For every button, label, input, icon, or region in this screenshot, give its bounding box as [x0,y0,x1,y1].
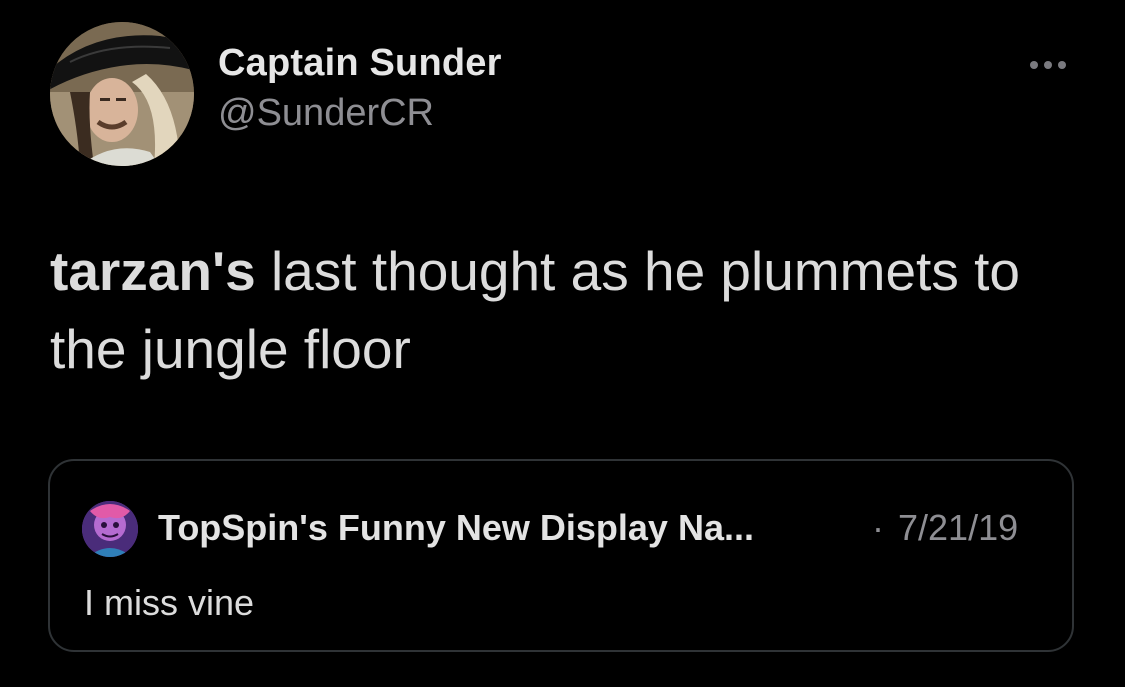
tweet-text-bold: tarzan's [50,240,256,302]
quoted-tweet[interactable]: TopSpin's Funny New Display Na... · 7/21… [48,459,1074,652]
tweet-card: Captain Sunder @SunderCR tarzan's last t… [0,0,1125,687]
quoted-date[interactable]: 7/21/19 [898,507,1018,549]
author-name[interactable]: Captain Sunder [218,42,502,85]
more-options-icon[interactable] [1020,50,1076,80]
quoted-text: I miss vine [84,582,255,623]
author-avatar[interactable] [50,22,194,166]
quoted-author-avatar[interactable] [82,501,138,557]
dot [1030,61,1038,69]
author-handle[interactable]: @SunderCR [218,92,434,135]
quoted-separator: · [872,507,884,548]
quoted-author-name[interactable]: TopSpin's Funny New Display Na... [158,507,754,549]
tweet-text: tarzan's last thought as he plummets to … [50,232,1080,388]
dot [1044,61,1052,69]
dot [1058,61,1066,69]
